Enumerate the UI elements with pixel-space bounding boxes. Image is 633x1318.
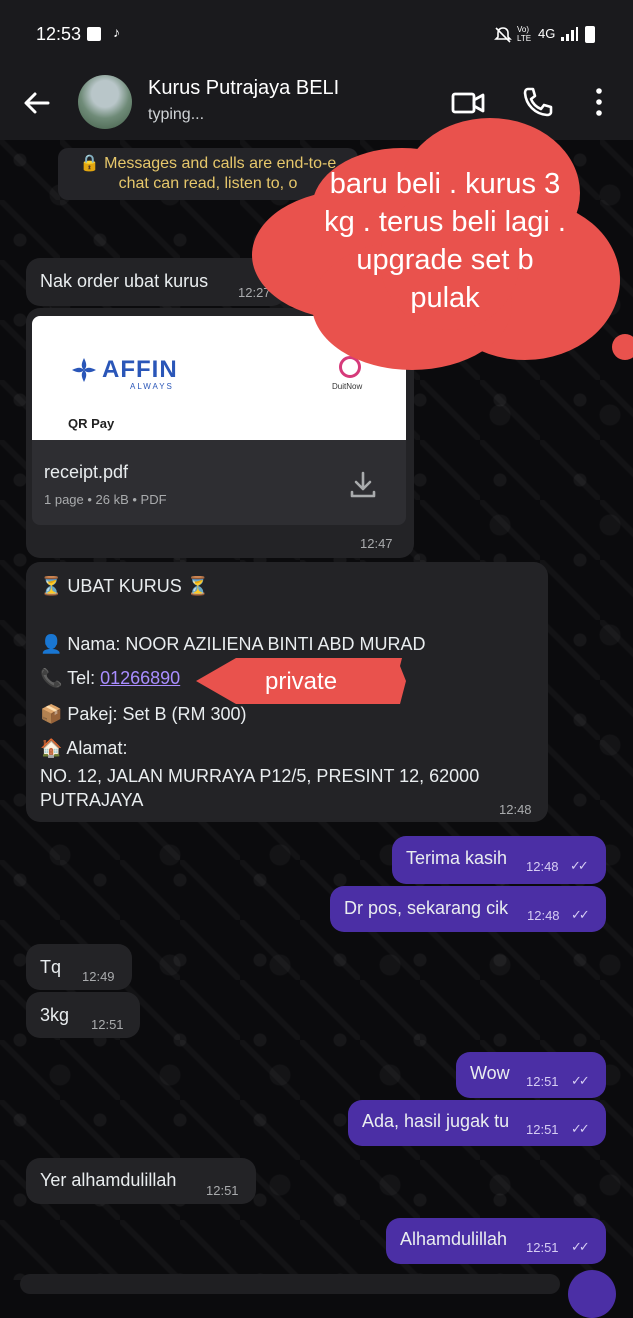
message-time: 12:48 — [527, 908, 560, 923]
network-type: 4G — [538, 26, 556, 41]
phone-link[interactable]: 01266890 — [100, 668, 180, 688]
order-pakej: 📦 Pakej: Set B (RM 300) — [40, 704, 247, 724]
read-receipt-icon: ✓✓ — [571, 907, 590, 922]
read-receipt-icon: ✓✓ — [570, 858, 589, 873]
affin-logo-icon — [72, 358, 96, 382]
message-time: 12:51 — [526, 1074, 559, 1089]
document-time: 12:47 — [360, 536, 393, 551]
back-arrow-icon[interactable] — [20, 86, 54, 120]
message-time: 12:48 — [526, 859, 559, 874]
incoming-message[interactable]: Nak order ubat kurus 12:27 — [26, 258, 286, 306]
encryption-notice-line1: 🔒 Messages and calls are end-to-e — [79, 155, 337, 172]
read-receipt-icon: ✓✓ — [571, 1121, 590, 1136]
pdf-meta: 1 page • 26 kB • PDF — [44, 492, 167, 507]
outgoing-message[interactable]: Ada, hasil jugak tu 12:51 ✓✓ — [348, 1100, 606, 1146]
incoming-message[interactable]: Tq 12:49 — [26, 944, 132, 990]
signal-icon — [561, 27, 578, 41]
read-receipt-icon: ✓✓ — [571, 1239, 590, 1254]
message-text: Nak order ubat kurus — [40, 271, 209, 291]
pdf-filename: receipt.pdf — [44, 462, 129, 482]
outgoing-message[interactable]: Terima kasih 12:48 ✓✓ — [392, 836, 606, 884]
bank-tagline: ALWAYS — [130, 382, 174, 391]
message-text: Alhamdulillah — [400, 1229, 508, 1249]
more-options-icon[interactable] — [590, 86, 608, 118]
battery-icon — [585, 26, 595, 43]
qr-pay-label: QR Pay — [68, 416, 115, 431]
bank-name: AFFIN — [102, 356, 178, 383]
order-tel-label: 📞 Tel: — [40, 668, 101, 688]
encryption-notice-line2: chat can read, listen to, o — [118, 175, 298, 192]
message-text: Yer alhamdulillah — [40, 1170, 177, 1190]
video-call-icon[interactable] — [450, 85, 486, 121]
order-address-line2: PUTRAJAYA — [40, 790, 144, 810]
message-text: Dr pos, sekarang cik — [344, 898, 509, 918]
status-time: 12:53 — [36, 24, 82, 44]
download-icon[interactable] — [348, 470, 378, 500]
incoming-message[interactable]: 3kg 12:51 — [26, 992, 140, 1038]
encryption-notice[interactable]: 🔒 Messages and calls are end-to-e chat c… — [58, 148, 358, 200]
message-time: 12:51 — [206, 1183, 239, 1198]
message-time: 12:51 — [526, 1240, 559, 1255]
annotation-cloud-text: baru beli . kurus 3 kg . terus beli lagi… — [324, 168, 566, 314]
message-time: 12:51 — [91, 1017, 124, 1032]
order-nama: 👤 Nama: NOOR AZILIENA BINTI ABD MURAD — [40, 634, 426, 654]
message-text: Ada, hasil jugak tu — [362, 1111, 510, 1131]
message-time: 12:49 — [82, 969, 115, 984]
order-address-line1: NO. 12, JALAN MURRAYA P12/5, PRESINT 12,… — [40, 766, 480, 786]
read-receipt-icon: ✓✓ — [571, 1073, 590, 1088]
pdf-info[interactable]: receipt.pdf 1 page • 26 kB • PDF — [32, 440, 406, 525]
contact-name[interactable]: Kurus Putrajaya BELI — [148, 77, 339, 100]
tiktok-icon: ♪ — [113, 24, 120, 40]
message-text: Terima kasih — [406, 848, 508, 868]
outgoing-message[interactable]: Alhamdulillah 12:51 ✓✓ — [386, 1218, 606, 1264]
message-input-bar[interactable] — [20, 1274, 560, 1294]
incoming-message[interactable]: Yer alhamdulillah 12:51 — [26, 1158, 256, 1204]
message-time: 12:48 — [499, 802, 532, 817]
order-alamat: 🏠 Alamat: — [40, 738, 128, 758]
duitnow-label: DuitNow — [332, 382, 363, 391]
facebook-icon — [87, 27, 101, 41]
outgoing-message[interactable]: Wow 12:51 ✓✓ — [456, 1052, 606, 1098]
phone-call-icon[interactable] — [520, 84, 556, 120]
mute-icon — [494, 27, 512, 43]
outgoing-message[interactable]: Dr pos, sekarang cik 12:48 ✓✓ — [330, 886, 606, 932]
message-text: Tq — [40, 957, 62, 977]
message-text: 3kg — [40, 1005, 70, 1025]
message-text: Wow — [470, 1063, 510, 1083]
order-title: ⏳ UBAT KURUS ⏳ — [40, 576, 210, 596]
private-label: private — [265, 668, 338, 695]
contact-avatar[interactable] — [78, 75, 132, 129]
message-time: 12:51 — [526, 1122, 559, 1137]
order-tel: 📞 Tel: 01266890 — [40, 668, 180, 689]
scroll-to-bottom-button[interactable] — [568, 1270, 616, 1318]
volte-indicator: Vo) LTE — [517, 25, 532, 43]
typing-status: typing... — [148, 106, 205, 123]
